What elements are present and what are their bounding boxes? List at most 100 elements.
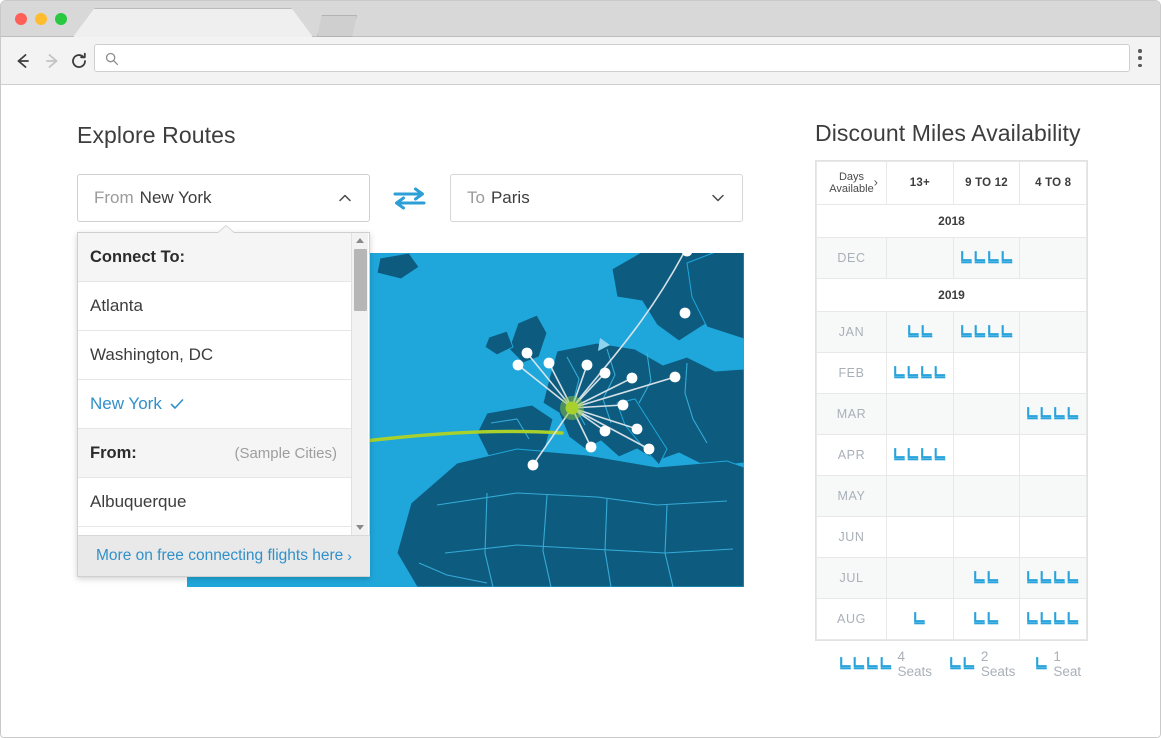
month-label: FEB bbox=[817, 353, 887, 394]
from-label: From: bbox=[90, 444, 137, 463]
kebab-menu-icon[interactable] bbox=[1138, 49, 1142, 67]
dropdown-group-header-connect-to: Connect To: bbox=[78, 233, 351, 282]
availability-cell-empty[interactable] bbox=[1020, 435, 1087, 476]
column-header-13-plus[interactable]: 13+ bbox=[887, 162, 954, 205]
dropdown-item-albuquerque[interactable]: Albuquerque bbox=[78, 478, 351, 527]
dropdown-item-label: Albuquerque bbox=[90, 492, 186, 512]
availability-cell-empty[interactable] bbox=[887, 238, 954, 279]
table-row[interactable]: JAN bbox=[817, 312, 1087, 353]
availability-cell-seats[interactable] bbox=[1020, 558, 1087, 599]
dropdown-notch bbox=[218, 226, 234, 233]
chevron-right-icon: › bbox=[347, 548, 352, 564]
availability-cell-seats[interactable] bbox=[1020, 394, 1087, 435]
legend-item-4-seats: 4 Seats bbox=[839, 649, 933, 679]
availability-cell-seats[interactable] bbox=[1020, 599, 1087, 640]
reload-button[interactable] bbox=[65, 47, 93, 75]
from-city-select[interactable]: From New York bbox=[77, 174, 370, 222]
availability-cell-seats[interactable] bbox=[953, 238, 1020, 279]
seat-legend: 4 Seats 2 Seats 1 Seat bbox=[839, 652, 1087, 676]
availability-cell-empty[interactable] bbox=[1020, 517, 1087, 558]
days-available-header[interactable]: Days Available › bbox=[817, 162, 887, 205]
dropdown-item-label: New York bbox=[90, 394, 162, 414]
year-row: 2018 bbox=[817, 205, 1087, 238]
dropdown-item-label: Atlanta bbox=[90, 296, 143, 316]
dropdown-item-washington-dc[interactable]: Washington, DC bbox=[78, 331, 351, 380]
forward-button[interactable] bbox=[38, 47, 66, 75]
browser-tab[interactable] bbox=[73, 8, 313, 37]
dropdown-list[interactable]: Connect To: Atlanta Washington, DC New Y… bbox=[78, 233, 351, 535]
availability-cell-empty[interactable] bbox=[887, 394, 954, 435]
column-header-4-to-8[interactable]: 4 TO 8 bbox=[1020, 162, 1087, 205]
page-title-explore-routes: Explore Routes bbox=[77, 122, 236, 149]
window-controls[interactable] bbox=[15, 13, 67, 25]
more-connecting-flights-link[interactable]: More on free connecting flights here › bbox=[78, 535, 370, 576]
url-input[interactable] bbox=[125, 49, 1115, 69]
availability-cell-empty[interactable] bbox=[887, 558, 954, 599]
dropdown-item-partial[interactable] bbox=[78, 527, 351, 535]
scroll-up-arrow-icon[interactable] bbox=[356, 238, 364, 243]
table-row[interactable]: JUL bbox=[817, 558, 1087, 599]
airplane-seat-icon bbox=[949, 657, 976, 671]
table-row[interactable]: DEC bbox=[817, 238, 1087, 279]
dropdown-scrollbar[interactable] bbox=[351, 233, 368, 535]
legend-item-2-seats: 2 Seats bbox=[949, 649, 1019, 679]
availability-cell-empty[interactable] bbox=[953, 476, 1020, 517]
availability-cell-seats[interactable] bbox=[953, 599, 1020, 640]
table-row[interactable]: MAY bbox=[817, 476, 1087, 517]
availability-cell-seats[interactable] bbox=[887, 435, 954, 476]
legend-label: 1 Seat bbox=[1053, 649, 1087, 679]
availability-cell-seats[interactable] bbox=[887, 312, 954, 353]
availability-cell-seats[interactable] bbox=[887, 599, 954, 640]
table-row[interactable]: APR bbox=[817, 435, 1087, 476]
availability-cell-seats[interactable] bbox=[887, 353, 954, 394]
new-tab-button[interactable] bbox=[317, 15, 357, 37]
availability-cell-empty[interactable] bbox=[1020, 238, 1087, 279]
month-label: AUG bbox=[817, 599, 887, 640]
scrollbar-thumb[interactable] bbox=[354, 249, 367, 311]
availability-table: Days Available › 13+ 9 TO 12 4 TO 8 2018… bbox=[816, 161, 1087, 640]
availability-cell-empty[interactable] bbox=[953, 353, 1020, 394]
column-header-9-to-12[interactable]: 9 TO 12 bbox=[953, 162, 1020, 205]
close-window-button[interactable] bbox=[15, 13, 27, 25]
airplane-seat-icon bbox=[1035, 657, 1048, 671]
month-label: JUN bbox=[817, 517, 887, 558]
chevron-up-icon bbox=[337, 190, 353, 206]
chevron-down-icon bbox=[710, 190, 726, 206]
availability-cell-seats[interactable] bbox=[953, 558, 1020, 599]
maximize-window-button[interactable] bbox=[55, 13, 67, 25]
from-city-dropdown-panel[interactable]: Connect To: Atlanta Washington, DC New Y… bbox=[77, 232, 370, 577]
page-title-discount-miles: Discount Miles Availability bbox=[815, 120, 1081, 147]
from-hint: (Sample Cities) bbox=[234, 445, 337, 462]
table-row[interactable]: JUN bbox=[817, 517, 1087, 558]
availability-cell-empty[interactable] bbox=[887, 517, 954, 558]
to-select-prefix: To bbox=[467, 188, 485, 208]
dropdown-item-new-york[interactable]: New York bbox=[78, 380, 351, 429]
dropdown-item-label: Washington, DC bbox=[90, 345, 213, 365]
availability-cell-empty[interactable] bbox=[887, 476, 954, 517]
to-city-select[interactable]: To Paris bbox=[450, 174, 743, 222]
year-row: 2019 bbox=[817, 279, 1087, 312]
availability-cell-empty[interactable] bbox=[953, 394, 1020, 435]
reload-icon bbox=[69, 51, 89, 71]
legend-label: 2 Seats bbox=[981, 649, 1019, 679]
from-select-prefix: From bbox=[94, 188, 134, 208]
availability-cell-empty[interactable] bbox=[1020, 312, 1087, 353]
availability-cell-empty[interactable] bbox=[1020, 476, 1087, 517]
table-row[interactable]: MAR bbox=[817, 394, 1087, 435]
availability-cell-empty[interactable] bbox=[953, 435, 1020, 476]
table-row[interactable]: AUG bbox=[817, 599, 1087, 640]
swap-arrows-icon[interactable] bbox=[393, 186, 426, 210]
dropdown-item-atlanta[interactable]: Atlanta bbox=[78, 282, 351, 331]
scroll-down-arrow-icon[interactable] bbox=[356, 525, 364, 530]
back-button[interactable] bbox=[9, 47, 37, 75]
availability-cell-seats[interactable] bbox=[953, 312, 1020, 353]
minimize-window-button[interactable] bbox=[35, 13, 47, 25]
browser-window: Explore Routes Discount Miles Availabili… bbox=[0, 0, 1161, 738]
availability-cell-empty[interactable] bbox=[953, 517, 1020, 558]
availability-cell-empty[interactable] bbox=[1020, 353, 1087, 394]
year-label: 2019 bbox=[817, 279, 1087, 312]
availability-table-head: Days Available › 13+ 9 TO 12 4 TO 8 bbox=[817, 162, 1087, 205]
address-bar[interactable] bbox=[94, 44, 1130, 72]
table-row[interactable]: FEB bbox=[817, 353, 1087, 394]
discount-miles-table[interactable]: Days Available › 13+ 9 TO 12 4 TO 8 2018… bbox=[815, 160, 1088, 641]
